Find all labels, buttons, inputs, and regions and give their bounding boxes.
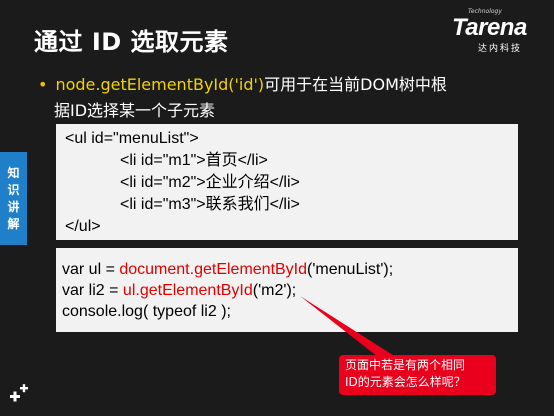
code-text: var ul = [62, 261, 120, 278]
side-tab-char: 解 [7, 216, 20, 231]
code-text: console.log( typeof li2 ); [62, 303, 231, 320]
callout-line-1: 页面中若是有两个相同 [345, 358, 466, 372]
code-highlight: document.getElementById [119, 261, 308, 278]
bullet-text-1: 可用于在当前DOM树中根 [264, 75, 447, 94]
question-callout: 页面中若是有两个相同 ID的元素会怎么样呢？ [339, 355, 496, 395]
code-text: ('menuList'); [307, 261, 394, 278]
code-text: 首页 [205, 152, 238, 169]
code-text: </li> [269, 196, 300, 213]
slide-title: 通过 ID 选取元素 [34, 28, 229, 56]
code-line: <li id="m1">首页</li> [120, 151, 268, 171]
code-line: <li id="m3">联系我们</li> [120, 195, 300, 215]
bullet-text-2: 据ID选择某一个子元素 [54, 101, 216, 120]
side-tab-char: 讲 [7, 199, 20, 214]
bullet-code: node.getElementById('id') [55, 75, 265, 94]
knowledge-side-tab: 知 识 讲 解 [0, 152, 27, 245]
code-text: <ul id="menuList"> [65, 130, 199, 147]
js-code-box: var ul = document.getElementById('menuLi… [56, 248, 518, 332]
side-tab-char: 知 [7, 165, 20, 180]
code-text: ('m2'); [252, 282, 297, 299]
code-line: var ul = document.getElementById('menuLi… [62, 260, 393, 280]
side-tab-char: 识 [7, 182, 20, 197]
bullet-point: • node.getElementById('id')可用于在当前DOM树中根 据… [38, 72, 538, 124]
code-line: </ul> [65, 217, 101, 237]
bullet-dot-icon: • [38, 75, 48, 94]
bullet-line-1: • node.getElementById('id')可用于在当前DOM树中根 [38, 72, 538, 98]
logo-chinese-text: 达内科技 [478, 44, 523, 54]
code-text: 企业介绍 [205, 174, 270, 191]
code-text: 联系我们 [205, 196, 270, 213]
code-text: <li id="m2"> [120, 174, 206, 191]
code-highlight: ul.getElementById [122, 282, 253, 299]
code-text: <li id="m3"> [120, 196, 206, 213]
bullet-line-2: 据ID选择某一个子元素 [38, 98, 538, 124]
code-text: var li2 = [62, 282, 123, 299]
code-line: console.log( typeof li2 ); [62, 302, 231, 322]
logo-brand-text: Tarena [452, 14, 527, 41]
callout-line-2: ID的元素会怎么样呢？ [345, 375, 466, 389]
code-line: <ul id="menuList"> [65, 129, 199, 149]
code-text: </li> [237, 152, 268, 169]
plus-decoration-icon [10, 384, 28, 402]
html-code-box: <ul id="menuList"> <li id="m1">首页</li> <… [56, 124, 518, 240]
code-line: <li id="m2">企业介绍</li> [120, 173, 300, 193]
code-line: var li2 = ul.getElementById('m2'); [62, 281, 296, 301]
code-text: </li> [269, 174, 300, 191]
code-text: <li id="m1"> [120, 152, 206, 169]
code-text: </ul> [65, 218, 101, 235]
